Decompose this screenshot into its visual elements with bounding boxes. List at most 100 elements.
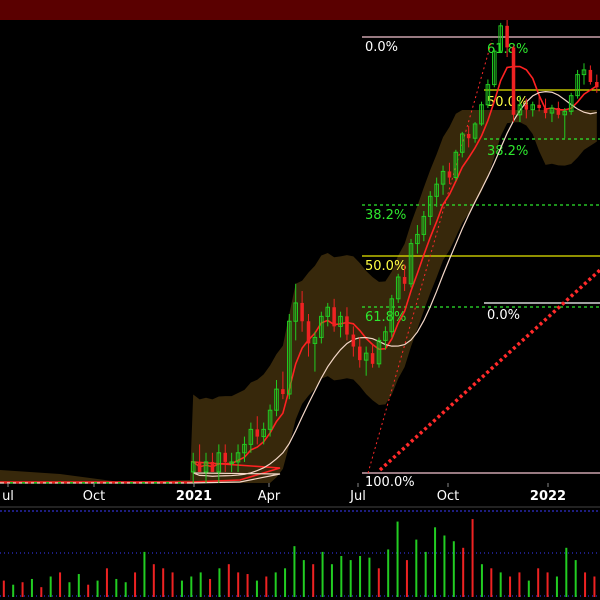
x-tick-label: Oct — [437, 489, 459, 504]
candle-body-down — [210, 461, 215, 472]
volume-bar — [237, 572, 240, 597]
candle-flat — [4, 482, 7, 484]
volume-bar — [424, 551, 427, 597]
volume-bar — [2, 580, 5, 597]
candle-flat — [148, 482, 151, 484]
volume-bar — [255, 580, 258, 597]
fib-label-left: 61.8% — [365, 310, 406, 325]
candle-body-down — [255, 429, 260, 437]
candle-flat — [142, 482, 145, 484]
volume-bar — [415, 539, 418, 597]
volume-bar — [77, 574, 80, 597]
volume-bar — [152, 564, 155, 597]
stock-chart[interactable]: 0.0%38.2%50.0%61.8%100.0%61.8%50.0%38.2%… — [0, 0, 600, 600]
candle-body-down — [556, 108, 561, 115]
volume-bar — [30, 578, 33, 597]
fib-label-left: 0.0% — [365, 40, 398, 55]
volume-bar — [96, 580, 99, 597]
candle-body-down — [345, 316, 349, 335]
volume-bar — [49, 576, 52, 597]
candle-flat — [64, 482, 67, 484]
candle-flat — [58, 482, 61, 484]
candle-body-down — [447, 171, 452, 178]
volume-bar — [443, 535, 446, 597]
candle-body-down — [197, 461, 202, 472]
candle-flat — [136, 482, 139, 484]
fib-label-left: 38.2% — [365, 208, 406, 223]
volume-bar — [537, 568, 540, 597]
fib-label-right: 0.0% — [487, 308, 520, 323]
volume-bar — [162, 568, 165, 597]
fib-label-right: 38.2% — [487, 144, 528, 159]
volume-bar — [134, 572, 137, 597]
candle-flat — [40, 482, 43, 484]
x-tick-label: Apr — [258, 489, 281, 504]
volume-bar — [330, 564, 333, 597]
volume-bar — [265, 576, 268, 597]
candle-body-down — [543, 108, 548, 114]
x-tick-label: 2022 — [530, 489, 566, 504]
candle-body-down — [588, 69, 593, 83]
volume-bar — [68, 582, 71, 597]
volume-bar — [190, 576, 193, 597]
volume-bar — [480, 564, 483, 597]
candle-body-down — [223, 452, 227, 462]
volume-bar — [462, 547, 465, 597]
volume-bar — [87, 584, 90, 597]
candle-flat — [112, 482, 115, 484]
volume-bar — [12, 584, 15, 597]
candle-flat — [130, 482, 133, 484]
volume-bar — [105, 568, 108, 597]
volume-bar — [555, 576, 558, 597]
volume-bar — [115, 578, 118, 597]
candle-flat — [76, 482, 79, 484]
candle-body-down — [358, 346, 362, 361]
volume-bar — [396, 521, 399, 597]
volume-bar — [452, 541, 455, 597]
volume-bar — [527, 580, 530, 597]
volume-bar — [584, 572, 587, 597]
x-tick-label: Jul — [349, 489, 366, 504]
top-toolbar-strip — [0, 0, 600, 20]
volume-bar — [227, 564, 230, 597]
candle-flat — [166, 482, 169, 484]
candle-body-down — [402, 277, 407, 284]
candle-flat — [70, 482, 73, 484]
candle-flat — [52, 482, 55, 484]
volume-bar — [387, 549, 390, 597]
volume-bar — [434, 527, 437, 597]
candle-body-down — [466, 133, 471, 139]
candle-flat — [172, 482, 175, 484]
x-tick-label: Oct — [83, 489, 105, 504]
volume-bar — [124, 582, 127, 597]
volume-bar — [349, 560, 352, 597]
volume-bar — [405, 560, 408, 597]
candle-flat — [106, 482, 109, 484]
fib-label-left: 50.0% — [365, 259, 406, 274]
candle-flat — [82, 482, 85, 484]
volume-bar — [180, 580, 183, 597]
volume-bar — [302, 560, 305, 597]
volume-bar — [171, 572, 174, 597]
fib-label-left: 100.0% — [365, 475, 415, 490]
volume-bar — [246, 574, 249, 597]
candle-body-down — [595, 82, 599, 88]
volume-bar — [59, 572, 62, 597]
volume-bar — [471, 519, 474, 597]
volume-bar — [209, 578, 212, 597]
volume-bar — [546, 572, 549, 597]
volume-bar — [199, 572, 202, 597]
volume-bar — [509, 576, 512, 597]
candle-flat — [184, 482, 187, 484]
volume-bar — [368, 557, 371, 597]
candle-flat — [100, 482, 103, 484]
candle-body-down — [537, 104, 541, 109]
x-tick-label: ul — [2, 489, 14, 504]
candle-body-down — [511, 47, 516, 115]
candle-flat — [124, 482, 127, 484]
candle-body-down — [505, 25, 509, 48]
candle-body-down — [524, 104, 529, 110]
candle-flat — [160, 482, 163, 484]
candle-flat — [154, 482, 157, 484]
candle-flat — [34, 482, 37, 484]
